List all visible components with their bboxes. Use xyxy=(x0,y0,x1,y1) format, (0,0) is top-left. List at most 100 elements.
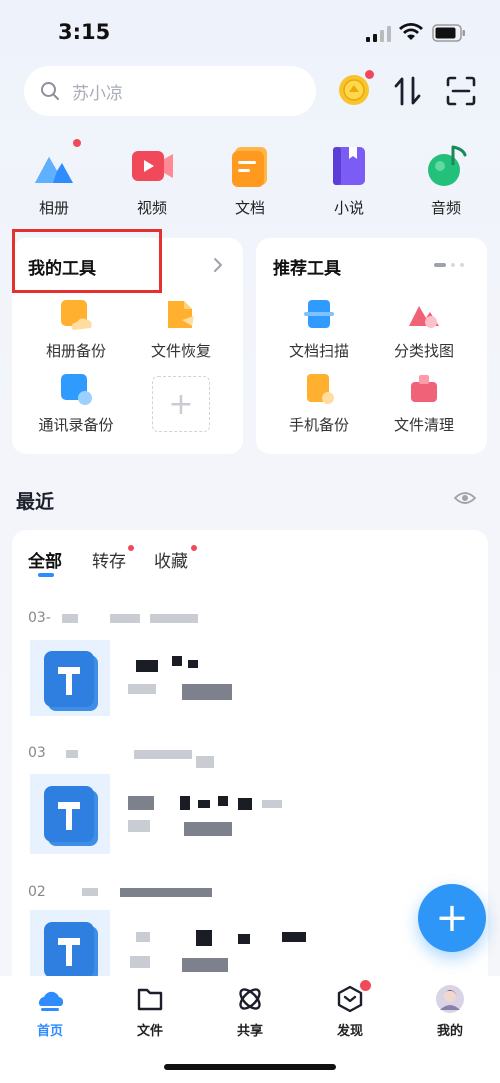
blurred-text xyxy=(150,614,198,623)
active-tab-indicator xyxy=(38,573,54,577)
blurred-text xyxy=(196,756,214,768)
audio-icon xyxy=(428,145,467,186)
tool-album-backup[interactable]: 相册备份 xyxy=(21,298,131,361)
blurred-text xyxy=(238,934,250,944)
tab-transfer-badge xyxy=(128,545,134,551)
share-icon xyxy=(239,988,261,1010)
tab-all[interactable]: 全部 xyxy=(28,547,62,572)
blurred-text xyxy=(282,932,306,942)
category-label: 文档 xyxy=(234,199,265,217)
highlight-box xyxy=(12,229,162,293)
category-label: 视频 xyxy=(136,199,167,217)
tool-file-restore[interactable]: 文件恢复 xyxy=(126,298,236,361)
tool-label: 文档扫描 xyxy=(288,342,349,360)
recent-date: 02 xyxy=(28,884,46,900)
status-time: 3:15 xyxy=(58,20,111,44)
blurred-text xyxy=(136,660,158,672)
avatar xyxy=(436,985,464,1013)
phone-backup-icon xyxy=(307,374,334,404)
search-icon xyxy=(41,82,59,100)
nav-me[interactable]: 我的 xyxy=(410,984,490,1039)
blurred-text xyxy=(172,656,182,666)
category-novel[interactable]: 小说 xyxy=(314,143,384,218)
tab-favorites[interactable]: 收藏 xyxy=(154,547,188,572)
recent-title: 最近 xyxy=(16,491,55,513)
tool-doc-scan[interactable]: 文档扫描 xyxy=(264,298,374,361)
tool-file-clean[interactable]: 文件清理 xyxy=(369,372,479,435)
category-audio[interactable]: 音频 xyxy=(411,143,481,218)
blurred-text xyxy=(180,796,190,810)
tool-phone-backup[interactable]: 手机备份 xyxy=(264,372,374,435)
image-sort-icon xyxy=(409,306,439,328)
doc-file-icon xyxy=(44,786,98,846)
album-badge xyxy=(73,139,81,147)
category-video[interactable]: 视频 xyxy=(117,143,187,218)
category-document[interactable]: 文档 xyxy=(215,143,285,218)
blurred-text xyxy=(218,796,228,806)
add-button[interactable]: + xyxy=(418,884,486,952)
video-icon xyxy=(132,151,173,181)
blurred-text xyxy=(82,888,98,896)
tool-label: 通讯录备份 xyxy=(38,416,114,434)
blurred-text xyxy=(188,660,198,668)
search-placeholder: 苏小凉 xyxy=(72,83,123,104)
tool-label: 文件清理 xyxy=(393,416,454,434)
tool-contacts-backup[interactable]: 通讯录备份 xyxy=(21,372,131,435)
signal-icon xyxy=(366,26,391,42)
eye-icon[interactable] xyxy=(454,490,476,506)
blurred-text xyxy=(182,958,228,972)
tool-image-sort[interactable]: 分类找图 xyxy=(369,298,479,361)
nav-label: 我的 xyxy=(436,1024,463,1039)
nav-label: 共享 xyxy=(236,1024,263,1039)
blurred-text xyxy=(238,798,252,810)
blurred-text xyxy=(136,932,150,942)
folder-icon xyxy=(137,988,163,1011)
novel-icon xyxy=(333,147,365,185)
file-restore-icon xyxy=(168,301,194,328)
pager-dots xyxy=(434,263,464,267)
home-icon xyxy=(38,991,64,1011)
chevron-right-icon[interactable] xyxy=(212,257,224,273)
blurred-text xyxy=(128,796,154,810)
category-album[interactable]: 相册 xyxy=(19,139,89,218)
blurred-text xyxy=(262,800,282,808)
category-label: 相册 xyxy=(38,199,69,217)
category-label: 音频 xyxy=(430,199,461,217)
blurred-text xyxy=(66,750,78,758)
scan-icon[interactable] xyxy=(446,76,476,106)
coin-icon[interactable] xyxy=(338,74,370,106)
tool-label: 手机备份 xyxy=(288,416,349,434)
blurred-text xyxy=(134,750,192,759)
blurred-text xyxy=(198,800,210,808)
blurred-text xyxy=(182,684,232,700)
discover-badge xyxy=(360,980,371,991)
recent-date: 03 xyxy=(28,745,46,761)
tool-label: 相册备份 xyxy=(45,342,106,360)
category-label: 小说 xyxy=(333,199,364,217)
blurred-text xyxy=(130,956,150,968)
tab-transfer[interactable]: 转存 xyxy=(92,547,126,572)
add-tool-button[interactable]: + xyxy=(152,376,210,432)
wifi-icon xyxy=(399,23,423,40)
blurred-text xyxy=(62,614,78,623)
nav-label: 发现 xyxy=(336,1024,363,1039)
nav-files[interactable]: 文件 xyxy=(110,984,190,1039)
sort-icon[interactable] xyxy=(394,76,422,106)
document-icon xyxy=(232,147,267,187)
doc-file-icon xyxy=(44,651,98,711)
blurred-text xyxy=(128,820,150,832)
nav-share[interactable]: 共享 xyxy=(210,984,290,1039)
home-indicator xyxy=(164,1064,336,1070)
blurred-text xyxy=(128,684,156,694)
file-clean-icon xyxy=(411,375,437,402)
nav-home[interactable]: 首页 xyxy=(10,984,90,1039)
coin-badge xyxy=(365,70,374,79)
blurred-text xyxy=(110,614,140,623)
nav-label: 首页 xyxy=(36,1024,63,1039)
nav-discover[interactable]: 发现 xyxy=(310,980,390,1039)
search-bar[interactable]: 苏小凉 xyxy=(24,66,316,116)
blurred-text xyxy=(184,822,232,836)
tab-favorites-badge xyxy=(191,545,197,551)
tool-label: 分类找图 xyxy=(393,342,454,360)
doc-scan-icon xyxy=(304,300,334,328)
